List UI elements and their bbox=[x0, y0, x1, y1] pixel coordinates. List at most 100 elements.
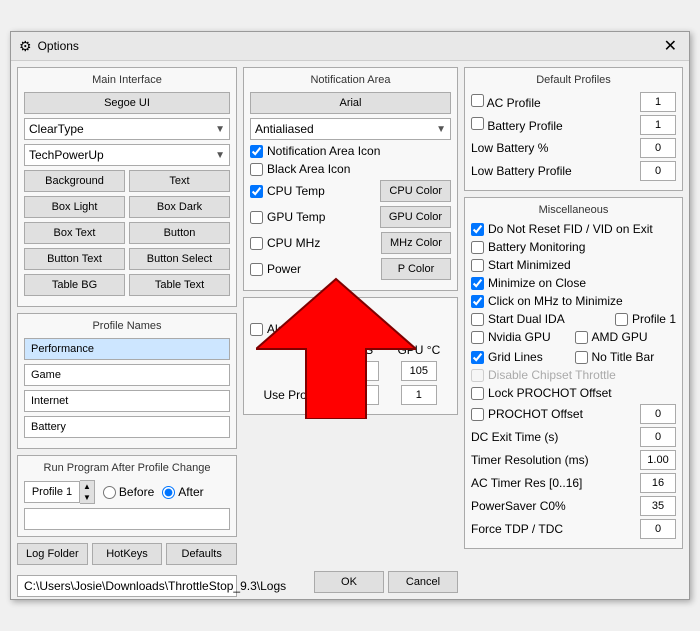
table-bg-button[interactable]: Table BG bbox=[24, 274, 125, 296]
table-text-button[interactable]: Table Text bbox=[129, 274, 230, 296]
background-button[interactable]: Background bbox=[24, 170, 125, 192]
gpu-temp-checkbox[interactable] bbox=[250, 211, 263, 224]
profile-4-input[interactable] bbox=[24, 416, 230, 438]
powersaver-row: PowerSaver C0% bbox=[471, 496, 676, 516]
button-text-button[interactable]: Button Text bbox=[24, 248, 125, 270]
text-button[interactable]: Text bbox=[129, 170, 230, 192]
nvidia-gpu-checkbox[interactable] bbox=[471, 331, 484, 344]
dc-exit-value[interactable] bbox=[640, 427, 676, 447]
close-button[interactable]: ✕ bbox=[660, 36, 681, 56]
title-bar: ⚙ Options ✕ bbox=[11, 32, 689, 61]
spin-down-button[interactable]: ▼ bbox=[80, 492, 94, 503]
grid-lines-checkbox[interactable] bbox=[471, 351, 484, 364]
disable-chipset-row: Disable Chipset Throttle bbox=[471, 368, 676, 382]
dts-value[interactable] bbox=[343, 361, 379, 381]
battery-profile-value[interactable] bbox=[640, 115, 676, 135]
spin-up-button[interactable]: ▲ bbox=[80, 481, 94, 492]
notif-icon-checkbox[interactable] bbox=[250, 145, 263, 158]
techpowerup-arrow: ▼ bbox=[215, 150, 225, 161]
do-not-reset-checkbox[interactable] bbox=[471, 223, 484, 236]
start-minimized-checkbox[interactable] bbox=[471, 259, 484, 272]
cpu-color-button[interactable]: CPU Color bbox=[380, 180, 451, 202]
battery-monitoring-checkbox[interactable] bbox=[471, 241, 484, 254]
before-radio[interactable] bbox=[103, 486, 116, 499]
profile-names-panel: Profile Names bbox=[17, 313, 237, 449]
box-text-button[interactable]: Box Text bbox=[24, 222, 125, 244]
after-radio-label[interactable]: After bbox=[162, 485, 203, 499]
ok-button[interactable]: OK bbox=[314, 571, 384, 593]
profile-1-input[interactable] bbox=[24, 338, 230, 360]
prochot-offset-value[interactable] bbox=[640, 404, 676, 424]
use-profile-val2[interactable] bbox=[401, 385, 437, 405]
use-profile-val1[interactable] bbox=[343, 385, 379, 405]
amd-gpu-checkbox[interactable] bbox=[575, 331, 588, 344]
antialiased-dropdown[interactable]: Antialiased ▼ bbox=[250, 118, 451, 140]
minimize-on-close-row: Minimize on Close bbox=[471, 276, 676, 290]
cpu-temp-checkbox[interactable] bbox=[250, 185, 263, 198]
start-minimized-row: Start Minimized bbox=[471, 258, 676, 272]
no-title-bar-checkbox[interactable] bbox=[575, 351, 588, 364]
before-radio-label[interactable]: Before bbox=[103, 485, 154, 499]
run-program-title: Run Program After Profile Change bbox=[24, 462, 230, 474]
ok-cancel-buttons: OK Cancel bbox=[243, 571, 458, 593]
profile-3-input[interactable] bbox=[24, 390, 230, 412]
use-profile-label: Use Profile bbox=[252, 384, 334, 406]
battery-profile-row: Battery Profile bbox=[471, 115, 676, 135]
low-battery-pct-value[interactable] bbox=[640, 138, 676, 158]
low-battery-pct-row: Low Battery % bbox=[471, 138, 676, 158]
lock-prochot-checkbox[interactable] bbox=[471, 387, 484, 400]
dts-header: DTS bbox=[336, 342, 387, 358]
timer-res-value[interactable] bbox=[640, 450, 676, 470]
profile-1-checkbox[interactable] bbox=[615, 313, 628, 326]
antialiased-arrow: ▼ bbox=[436, 124, 446, 135]
gpu-c-value[interactable] bbox=[401, 361, 437, 381]
button-select-button[interactable]: Button Select bbox=[129, 248, 230, 270]
click-mhz-row: Click on MHz to Minimize bbox=[471, 294, 676, 308]
gpu-options: Nvidia GPU AMD GPU Grid Lines No Title B… bbox=[471, 330, 676, 368]
miscellaneous-title: Miscellaneous bbox=[471, 204, 676, 216]
mhz-color-button[interactable]: MHz Color bbox=[381, 232, 451, 254]
ac-profile-value[interactable] bbox=[640, 92, 676, 112]
ac-profile-checkbox[interactable] bbox=[471, 94, 484, 107]
profile-names-title: Profile Names bbox=[24, 320, 230, 332]
box-dark-button[interactable]: Box Dark bbox=[129, 196, 230, 218]
cleartype-dropdown[interactable]: ClearType ▼ bbox=[24, 118, 230, 140]
notif-font-button[interactable]: Arial bbox=[250, 92, 451, 114]
ac-timer-value[interactable] bbox=[640, 473, 676, 493]
miscellaneous-panel: Miscellaneous Do Not Reset FID / VID on … bbox=[464, 197, 683, 549]
disable-chipset-checkbox[interactable] bbox=[471, 369, 484, 382]
battery-profile-checkbox[interactable] bbox=[471, 117, 484, 130]
notification-panel: Notification Area Arial Antialiased ▼ No… bbox=[243, 67, 458, 291]
amd-gpu-row: AMD GPU bbox=[575, 330, 677, 344]
button-button[interactable]: Button bbox=[129, 222, 230, 244]
profile-spin-input[interactable] bbox=[24, 481, 80, 503]
power-row: Power P Color bbox=[250, 258, 451, 280]
alarm-checkbox[interactable] bbox=[250, 323, 263, 336]
hotkeys-button[interactable]: HotKeys bbox=[92, 543, 163, 565]
minimize-on-close-checkbox[interactable] bbox=[471, 277, 484, 290]
after-radio[interactable] bbox=[162, 486, 175, 499]
log-folder-button[interactable]: Log Folder bbox=[17, 543, 88, 565]
powersaver-value[interactable] bbox=[640, 496, 676, 516]
options-window: ⚙ Options ✕ Main Interface Segoe UI Clea… bbox=[10, 31, 690, 600]
nvidia-gpu-row: Nvidia GPU bbox=[471, 330, 573, 344]
black-area-checkbox[interactable] bbox=[250, 163, 263, 176]
start-dual-ida-checkbox[interactable] bbox=[471, 313, 484, 326]
power-checkbox[interactable] bbox=[250, 263, 263, 276]
box-light-button[interactable]: Box Light bbox=[24, 196, 125, 218]
click-mhz-checkbox[interactable] bbox=[471, 295, 484, 308]
alarm-row: Alarm bbox=[250, 322, 451, 336]
low-battery-profile-value[interactable] bbox=[640, 161, 676, 181]
force-tdp-value[interactable] bbox=[640, 519, 676, 539]
defaults-button[interactable]: Defaults bbox=[166, 543, 237, 565]
cpu-mhz-checkbox[interactable] bbox=[250, 237, 263, 250]
techpowerup-dropdown[interactable]: TechPowerUp ▼ bbox=[24, 144, 230, 166]
cancel-button[interactable]: Cancel bbox=[388, 571, 458, 593]
font-button[interactable]: Segoe UI bbox=[24, 92, 230, 114]
prochot-offset-checkbox[interactable] bbox=[471, 408, 484, 421]
run-program-input[interactable] bbox=[24, 508, 230, 530]
power-color-button[interactable]: P Color bbox=[381, 258, 451, 280]
profile-2-input[interactable] bbox=[24, 364, 230, 386]
cleartype-arrow: ▼ bbox=[215, 124, 225, 135]
gpu-color-button[interactable]: GPU Color bbox=[380, 206, 451, 228]
